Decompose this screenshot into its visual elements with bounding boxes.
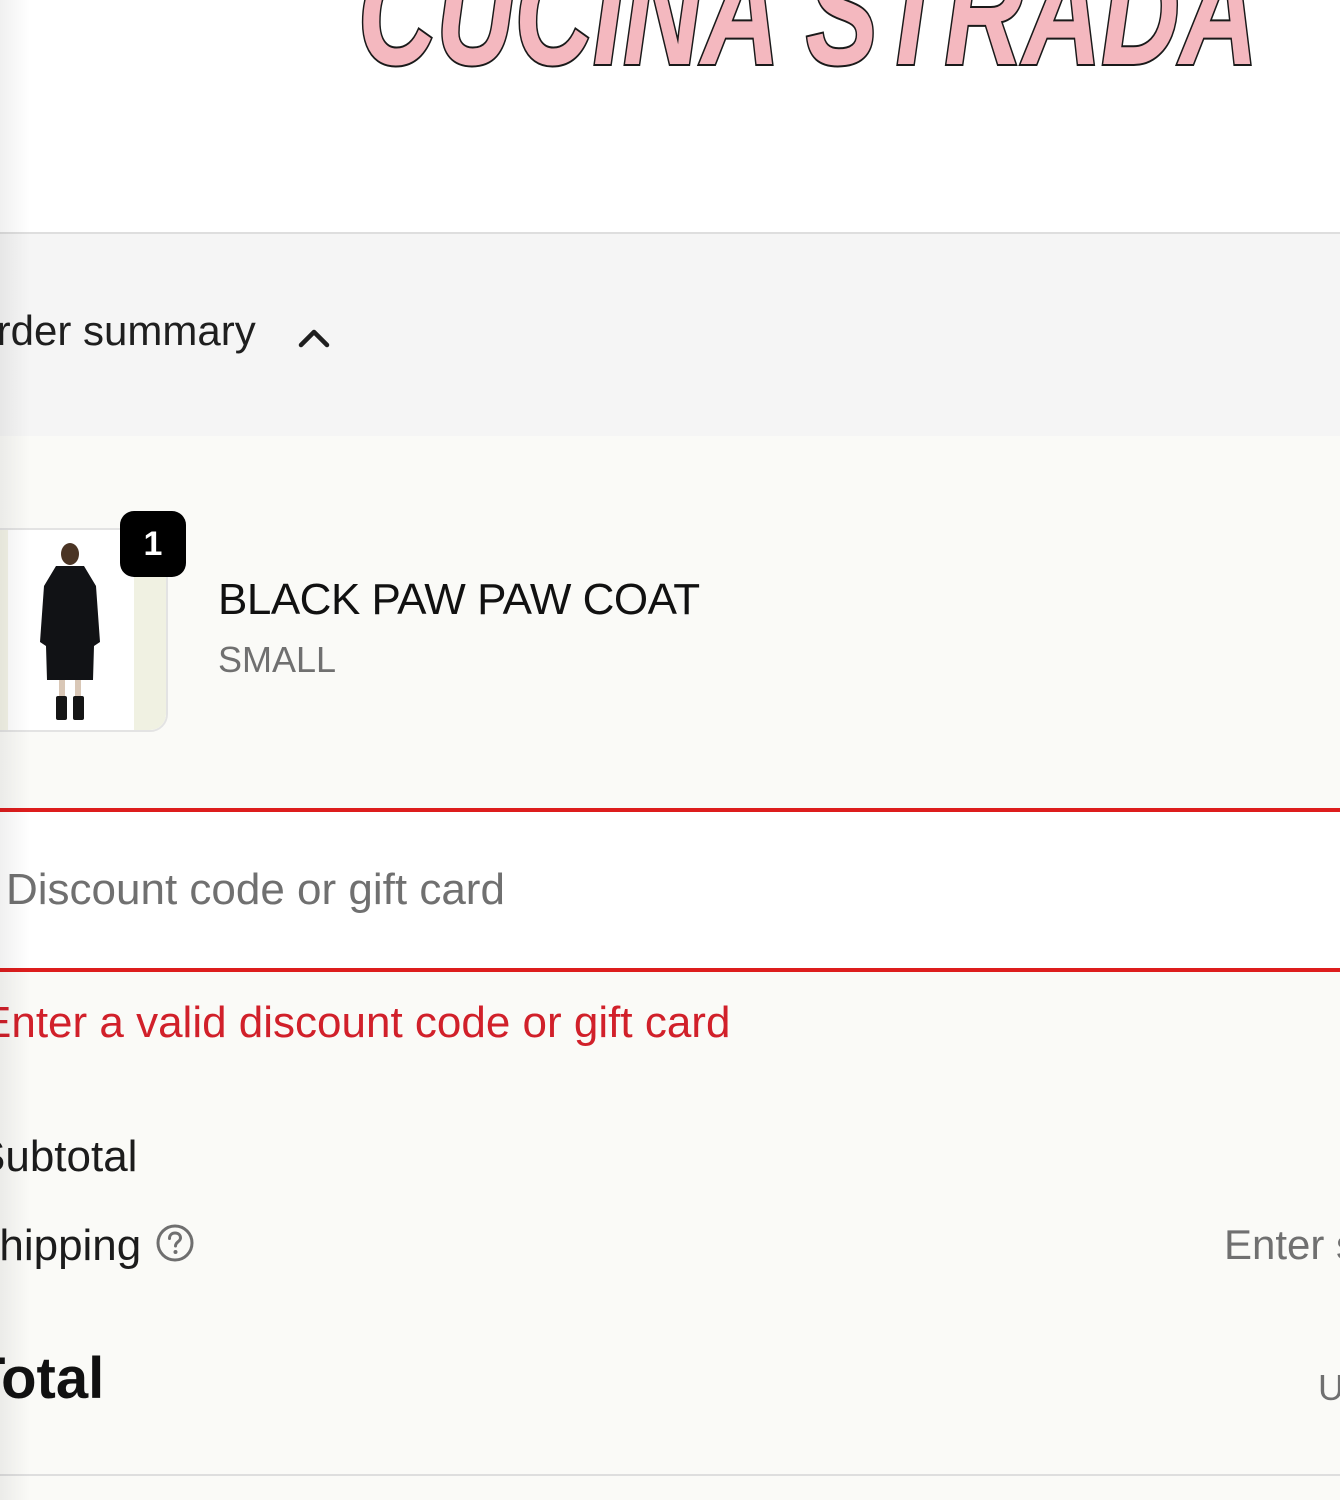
shipping-value: Enter shipping address [1224, 1221, 1340, 1268]
divider [0, 1474, 1340, 1476]
question-circle-icon[interactable] [154, 1222, 196, 1264]
product-name: BLACK PAW PAW COAT [218, 575, 700, 624]
total-currency: USD [1318, 1367, 1340, 1408]
quantity-badge: 1 [120, 511, 186, 577]
discount-code-input[interactable] [0, 808, 1340, 972]
subtotal-label: Subtotal [0, 1132, 138, 1181]
shipping-label: Shipping [0, 1221, 142, 1270]
total-label: Total [0, 1346, 105, 1411]
chevron-up-icon[interactable] [296, 322, 332, 352]
order-summary-label[interactable]: Order summary [0, 310, 256, 352]
product-variant: SMALL [218, 639, 337, 680]
checkout-header: CUCINA STRADA [0, 0, 1340, 232]
discount-error-message: Enter a valid discount code or gift card [0, 998, 731, 1047]
checkout-page: CUCINA STRADA Order summary 1 BLACK PAW … [0, 0, 1340, 1500]
store-logo[interactable]: CUCINA STRADA [350, 0, 1270, 76]
logo-wordmark: CUCINA STRADA [358, 0, 1258, 76]
